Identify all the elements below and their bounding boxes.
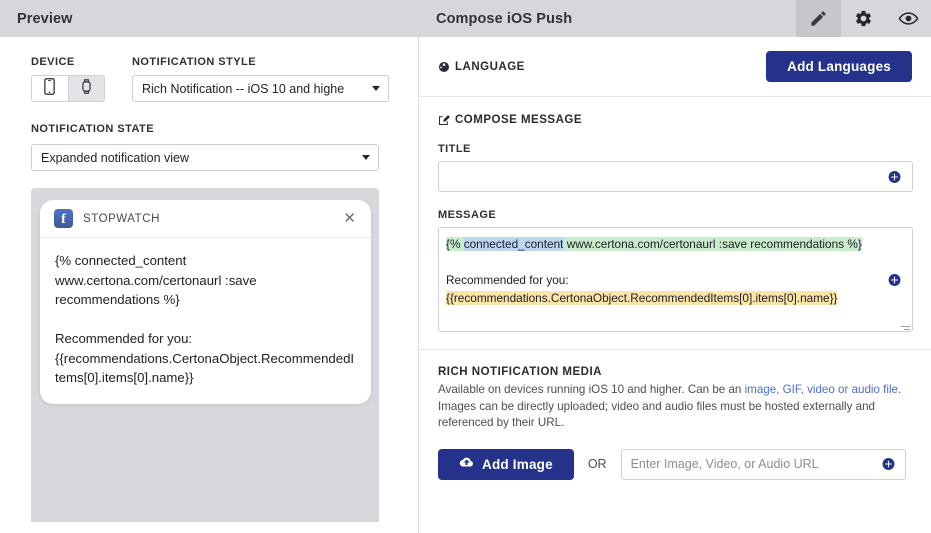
message-add-personalization-icon[interactable] (888, 273, 901, 286)
notification-style-select[interactable]: Rich Notification -- iOS 10 and highe (132, 75, 389, 102)
close-icon[interactable]: ✕ (343, 211, 356, 226)
eye-icon (898, 8, 919, 29)
compose-title: Compose iOS Push (436, 11, 572, 27)
compose-header: Compose iOS Push (418, 0, 931, 37)
notification-body-text: {% connected_content www.certona.com/cer… (40, 238, 371, 404)
notification-state-label: NOTIFICATION STATE (31, 123, 154, 135)
media-upload-row: Add Image OR (438, 449, 912, 480)
notification-style-group: NOTIFICATION STYLE Rich Notification -- … (132, 56, 389, 102)
language-section: LANGUAGE Add Languages (419, 37, 931, 97)
add-image-label: Add Image (482, 457, 553, 472)
compose-message-section: COMPOSE MESSAGE TITLE MESSAGE {% connect… (419, 97, 931, 350)
device-and-style-row: DEVICE (31, 56, 418, 102)
media-description: Available on devices running iOS 10 and … (438, 382, 912, 432)
add-languages-label: Add Languages (787, 59, 891, 74)
notification-state-value: Expanded notification view (41, 151, 356, 165)
notification-state-group: NOTIFICATION STATE Expanded notification… (31, 119, 418, 171)
liquid-tag-rest: www.certona.com/certonaurl :save recomme… (563, 237, 861, 251)
compose-message-heading-text: COMPOSE MESSAGE (455, 114, 582, 126)
notification-style-label: NOTIFICATION STYLE (132, 56, 389, 68)
title-label: TITLE (438, 143, 912, 155)
device-option-watch[interactable] (68, 76, 104, 101)
chevron-down-icon (362, 155, 370, 160)
tab-preview-eye[interactable] (886, 0, 931, 37)
media-types-link[interactable]: image, GIF, video or audio file (745, 383, 898, 396)
message-label: MESSAGE (438, 209, 912, 221)
header-icon-tabs (796, 0, 931, 37)
title-add-personalization-icon[interactable] (888, 170, 901, 183)
phone-icon (44, 78, 55, 100)
notification-state-select[interactable]: Expanded notification view (31, 144, 379, 171)
device-preview-frame: f STOPWATCH ✕ {% connected_content www.c… (31, 188, 379, 522)
device-group: DEVICE (31, 56, 105, 102)
message-plain-text: Recommended for you: (446, 273, 569, 287)
preview-header: Preview (0, 0, 418, 37)
notification-card-header: f STOPWATCH ✕ (40, 200, 371, 238)
add-languages-button[interactable]: Add Languages (766, 51, 912, 82)
media-heading: RICH NOTIFICATION MEDIA (438, 366, 912, 378)
notification-style-value: Rich Notification -- iOS 10 and highe (142, 82, 366, 96)
top-bar: Preview Compose iOS Push (0, 0, 931, 37)
message-line: {{recommendations.CertonaObject.Recommen… (446, 289, 878, 307)
media-desc-part1: Available on devices running iOS 10 and … (438, 383, 745, 396)
gear-icon (854, 9, 873, 28)
device-label: DEVICE (31, 56, 105, 68)
message-line: Recommended for you: (446, 271, 878, 289)
globe-icon (438, 61, 450, 73)
preview-title: Preview (17, 11, 73, 27)
liquid-variable: {{recommendations.CertonaObject.Recommen… (446, 291, 837, 305)
language-heading: LANGUAGE (438, 61, 525, 73)
pencil-icon (809, 9, 828, 28)
media-url-wrap (621, 449, 906, 480)
tab-settings[interactable] (841, 0, 886, 37)
chevron-down-icon (372, 86, 380, 91)
liquid-tag-open: {% (446, 237, 464, 251)
title-input[interactable] (438, 161, 913, 192)
rich-notification-media-section: RICH NOTIFICATION MEDIA Available on dev… (419, 350, 931, 480)
facebook-icon: f (54, 209, 73, 228)
notification-app-name: STOPWATCH (83, 213, 343, 225)
language-heading-text: LANGUAGE (455, 61, 525, 73)
media-url-input[interactable] (621, 449, 906, 480)
compose-pencil-icon (438, 114, 450, 126)
message-textarea[interactable]: {% connected_content www.certona.com/cer… (438, 227, 913, 332)
cloud-upload-icon (459, 456, 474, 472)
message-blank-line (446, 253, 878, 271)
liquid-tag-name: connected_content (464, 237, 564, 251)
message-line: {% connected_content www.certona.com/cer… (446, 235, 878, 253)
message-content: {% connected_content www.certona.com/cer… (446, 235, 878, 307)
textarea-resize-handle[interactable] (900, 320, 910, 330)
watch-icon (81, 78, 92, 100)
title-input-wrap (438, 161, 912, 192)
preview-panel: DEVICE (0, 37, 418, 533)
device-toggle[interactable] (31, 75, 105, 102)
media-url-add-icon[interactable] (882, 458, 895, 471)
or-separator: OR (588, 457, 607, 471)
tab-edit[interactable] (796, 0, 841, 37)
notification-preview-card: f STOPWATCH ✕ {% connected_content www.c… (40, 200, 371, 404)
app-root: Preview Compose iOS Push (0, 0, 931, 533)
add-image-button[interactable]: Add Image (438, 449, 574, 480)
compose-panel: LANGUAGE Add Languages COMPOSE MESSAGE T… (418, 37, 931, 533)
compose-message-heading: COMPOSE MESSAGE (438, 114, 912, 126)
device-option-phone[interactable] (32, 76, 68, 101)
